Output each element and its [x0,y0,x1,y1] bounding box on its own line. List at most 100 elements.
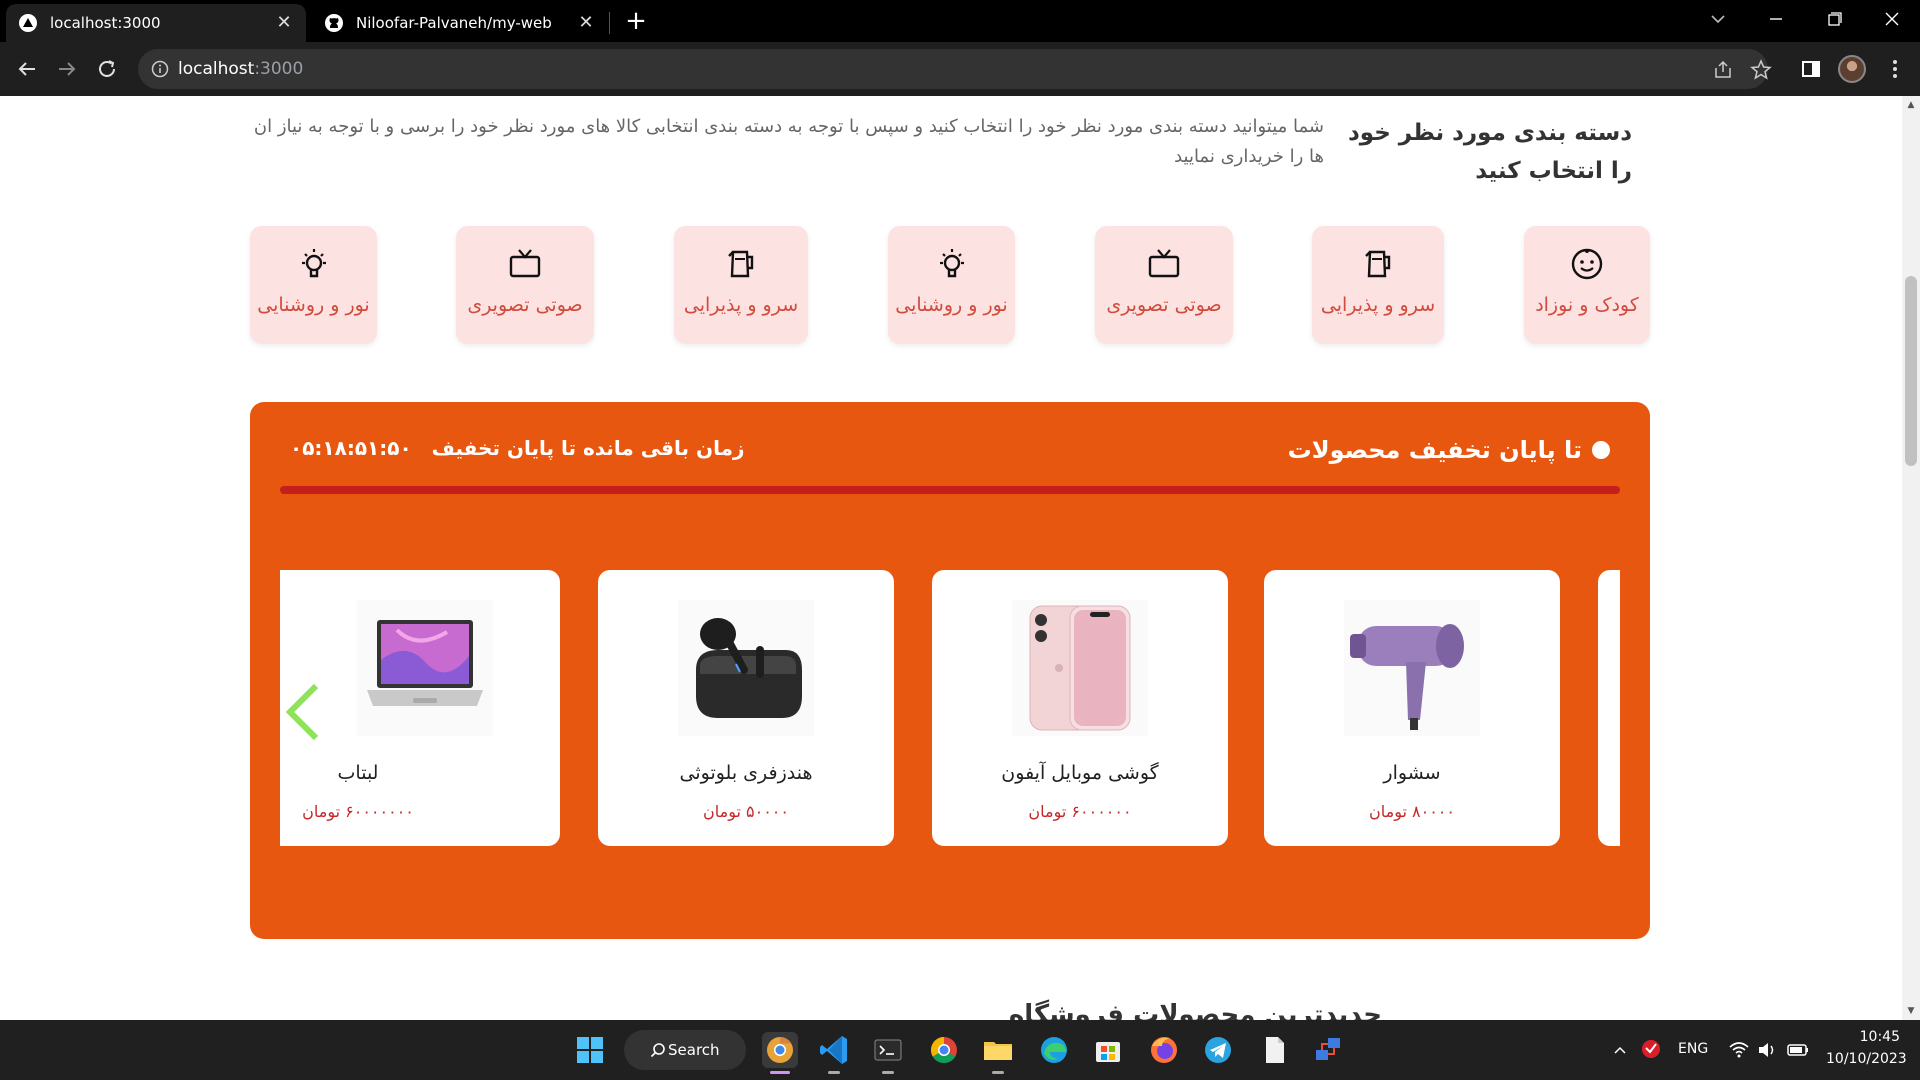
light-bulb-icon [301,249,326,278]
back-arrow-icon[interactable] [12,54,42,84]
baby-face-icon [1571,248,1603,280]
chrome-icon[interactable] [926,1032,962,1068]
hair-dryer-image [1344,600,1480,736]
minimize-button[interactable] [1748,0,1804,40]
bullet-dot-icon [1592,441,1610,459]
telegram-icon[interactable] [1200,1032,1236,1068]
tab-title: localhost:3000 [50,14,161,32]
timer-label: زمان باقی مانده تا پایان تخفیف [431,436,745,460]
product-price: ۵۰۰۰۰ تومان [703,802,789,821]
browser-tab-strip: localhost:3000 ✕ Niloofar-Palvaneh/my-we… [0,0,1920,42]
antivirus-icon[interactable] [1640,1038,1662,1060]
chevron-up-icon[interactable] [1612,1042,1628,1058]
vscode-icon[interactable] [816,1032,852,1074]
running-indicator [992,1071,1004,1074]
close-icon[interactable]: ✕ [576,13,596,33]
scroll-down-arrow-icon[interactable]: ▼ [1906,1006,1916,1016]
running-indicator [882,1071,894,1074]
forward-arrow-icon[interactable] [52,54,82,84]
new-tab-button[interactable]: + [622,8,650,36]
active-indicator [770,1071,790,1074]
restore-button[interactable] [1806,0,1862,40]
search-icon [650,1043,665,1058]
category-card-lighting[interactable]: نور و روشنایی [250,226,377,344]
taskbar-search[interactable]: Search [624,1030,746,1070]
product-card[interactable]: گوشی موبایل آیفون ۶۰۰۰۰۰۰ تومان [932,570,1228,846]
product-card[interactable]: هندزفری بلوتوثی ۵۰۰۰۰ تومان [598,570,894,846]
discount-title: تا پایان تخفیف محصولات [1288,436,1610,464]
tv-icon [509,249,541,278]
product-price: ۶۰۰۰۰۰۰۰ تومان [302,802,414,821]
profile-avatar[interactable] [1838,55,1866,83]
new-products-heading: جدیدترین محصولات فروشگاه [1008,1000,1382,1020]
share-icon[interactable] [1712,59,1734,81]
firefox-icon[interactable] [1146,1032,1182,1068]
category-card-lighting[interactable]: نور و روشنایی [888,226,1015,344]
language-indicator[interactable]: ENG [1678,1041,1708,1057]
chrome-dev-icon[interactable] [762,1032,798,1074]
category-card-serving[interactable]: سرو و پذیرایی [674,226,808,344]
side-panel-icon[interactable] [1796,54,1826,84]
product-name: سشوار [1383,762,1441,784]
countdown-timer: زمان باقی مانده تا پایان تخفیف ۰۵:۱۸:۵۱:… [290,436,745,460]
url-text: localhost:3000 [178,59,304,79]
category-label: کودک و نوزاد [1535,294,1639,316]
menu-dots-icon[interactable] [1880,54,1910,84]
tab-title: Niloofar-Palvaneh/my-web [356,14,552,32]
page-scrollbar[interactable]: ▲ ▼ [1902,96,1920,1020]
notepad-icon[interactable] [1256,1032,1292,1068]
product-price: ۸۰۰۰۰ تومان [1369,802,1455,821]
terminal-icon[interactable] [870,1032,906,1074]
windows-start-icon[interactable] [572,1032,608,1068]
category-label: صوتی تصویری [467,294,583,316]
category-label: سرو و پذیرایی [1320,294,1436,316]
iphone-image [1012,600,1148,736]
product-card[interactable]: سشوار ۸۰۰۰۰ تومان [1264,570,1560,846]
address-bar[interactable]: localhost:3000 [138,49,1772,89]
countdown-progress-bar [280,486,1620,494]
category-label: نور و روشنایی [895,294,1008,316]
category-card-baby[interactable]: کودک و نوزاد [1524,226,1650,344]
category-card-audio-video[interactable]: صوتی تصویری [456,226,594,344]
product-name: هندزفری بلوتوثی [679,762,813,784]
product-name: گوشی موبایل آیفون [1001,762,1159,784]
kettle-icon [1365,250,1391,278]
microsoft-store-icon[interactable] [1090,1032,1126,1068]
laptop-image [357,600,493,736]
github-icon [325,14,343,32]
network-app-icon[interactable] [1310,1032,1346,1068]
close-window-button[interactable] [1864,0,1920,40]
kettle-icon [728,250,754,278]
scrollbar-thumb[interactable] [1905,276,1917,466]
site-info-icon[interactable] [150,59,170,79]
reload-icon[interactable] [92,54,122,84]
scroll-up-arrow-icon[interactable]: ▲ [1906,100,1916,110]
tv-icon [1148,249,1180,278]
running-indicator [828,1071,840,1074]
tab-search-chevron-icon[interactable] [1690,0,1746,40]
nextjs-triangle-icon [19,14,37,32]
file-explorer-icon[interactable] [980,1032,1016,1074]
categories-description: شما میتوانید دسته بندی مورد نظر خود را ا… [253,116,1324,167]
categories-title: دسته بندی مورد نظر خود را انتخاب کنید [1347,120,1632,184]
clock-time[interactable]: 10:45 [1826,1029,1900,1045]
product-name: لبتاب [337,762,379,784]
battery-icon[interactable] [1786,1039,1810,1061]
windows-taskbar: Search ENG 10:45 10/10/2023 [0,1020,1920,1080]
category-label: سرو و پذیرایی [683,294,799,316]
bookmark-star-icon[interactable] [1750,59,1772,81]
tab-localhost[interactable]: localhost:3000 ✕ [6,4,306,42]
carousel-next-arrow-icon[interactable] [1610,680,1620,744]
volume-icon[interactable] [1756,1039,1778,1061]
wifi-icon[interactable] [1728,1039,1750,1061]
category-label: نور و روشنایی [257,294,370,316]
edge-icon[interactable] [1036,1032,1072,1068]
light-bulb-icon [939,249,964,278]
carousel-prev-arrow-icon[interactable] [284,680,324,744]
close-icon[interactable]: ✕ [274,13,294,33]
category-card-serving[interactable]: سرو و پذیرایی [1312,226,1444,344]
category-card-audio-video[interactable]: صوتی تصویری [1095,226,1233,344]
product-price: ۶۰۰۰۰۰۰ تومان [1028,802,1132,821]
clock-date[interactable]: 10/10/2023 [1826,1051,1907,1067]
tab-github[interactable]: Niloofar-Palvaneh/my-web ✕ [312,4,608,42]
